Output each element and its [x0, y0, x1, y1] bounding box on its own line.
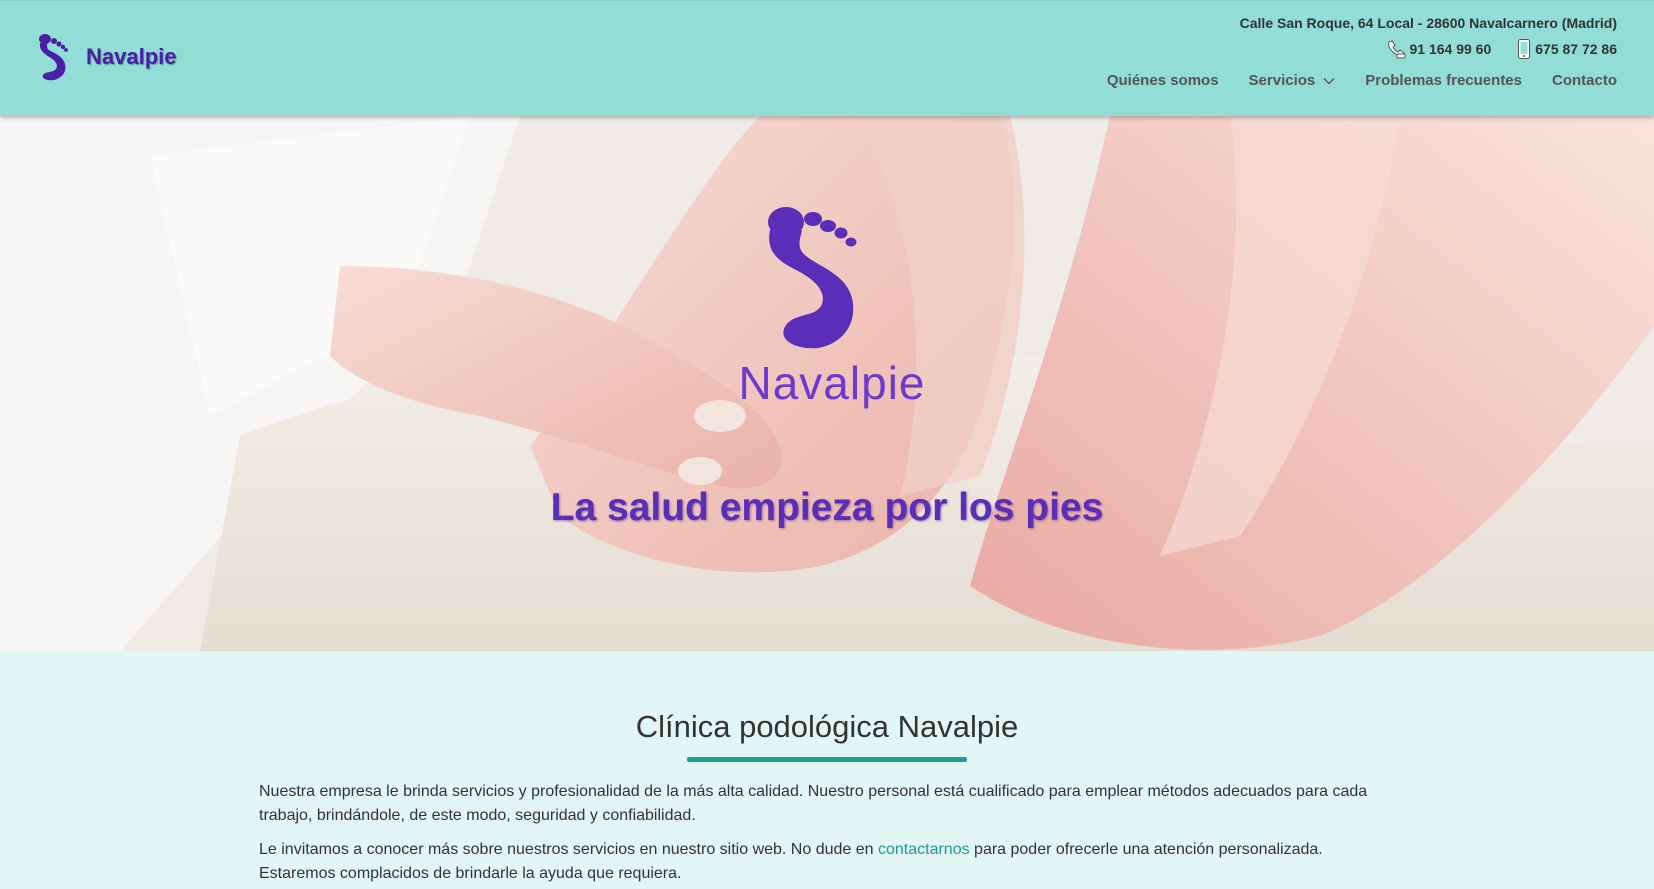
contact-paragraph: Le invitamos a conocer más sobre nuestro…: [259, 838, 1395, 886]
footprint-logo-icon: [39, 34, 68, 81]
nav-item-servicios-label: Servicios: [1248, 72, 1316, 89]
title-underline: [687, 757, 967, 762]
hero-logo-wordmark: Navalpie: [738, 357, 926, 409]
section-title: Clínica podológica Navalpie: [635, 709, 1019, 744]
hero-banner: Navalpie La salud empieza por los pies: [0, 116, 1654, 651]
intro-paragraph: Nuestra empresa le brinda servicios y pr…: [259, 783, 1368, 824]
contactarnos-link[interactable]: contactarnos: [878, 841, 970, 858]
contact-paragraph-before: Le invitamos a conocer más sobre nuestro…: [259, 841, 878, 858]
mobile-phone-icon: [1518, 39, 1531, 59]
address-text: Calle San Roque, 64 Local - 28600 Navalc…: [1239, 15, 1617, 31]
main-nav: Quiénes somos Servicios Problemas frecue…: [1107, 72, 1617, 89]
chevron-down-icon: [1323, 77, 1335, 84]
nav-item-quienes-somos[interactable]: Quiénes somos: [1107, 72, 1219, 89]
nav-item-servicios[interactable]: Servicios: [1249, 72, 1336, 89]
mobile-phone-link[interactable]: 675 87 72 86: [1517, 39, 1617, 59]
landline-phone-number: 91 164 99 60: [1409, 41, 1492, 57]
phone-list: 91 164 99 60 675 87 72 86: [1386, 39, 1617, 59]
nav-item-contacto[interactable]: Contacto: [1552, 72, 1617, 89]
mobile-phone-number: 675 87 72 86: [1535, 41, 1617, 57]
hero-title: La salud empieza por los pies: [550, 486, 1104, 529]
site-header: Navalpie Calle San Roque, 64 Local - 286…: [0, 0, 1654, 116]
landline-phone-icon: [1387, 40, 1405, 59]
landline-phone-link[interactable]: 91 164 99 60: [1386, 39, 1492, 59]
brand-home-link[interactable]: Navalpie: [36, 33, 177, 81]
main-content: Clínica podológica Navalpie Nuestra empr…: [259, 651, 1395, 886]
brand-name: Navalpie: [86, 44, 177, 69]
nav-item-problemas-frecuentes[interactable]: Problemas frecuentes: [1365, 72, 1522, 89]
